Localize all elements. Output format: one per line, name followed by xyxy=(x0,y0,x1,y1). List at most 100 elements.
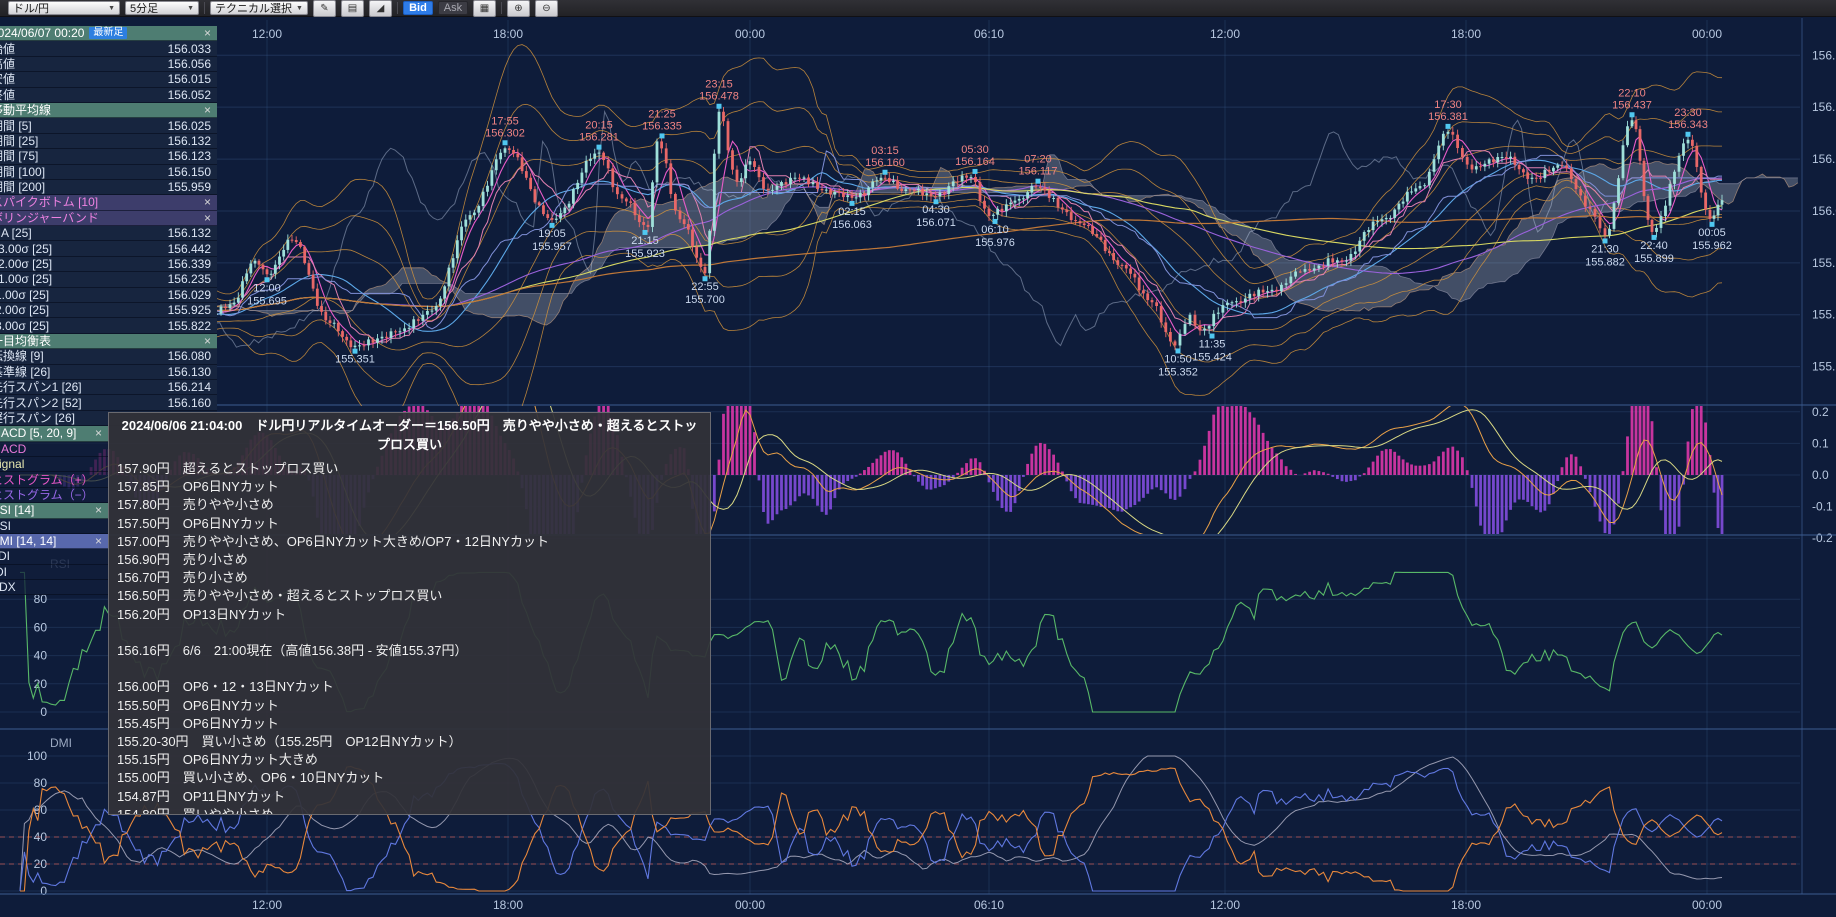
svg-text:07:20: 07:20 xyxy=(1024,154,1052,166)
indicator-row: 高値156.056 xyxy=(0,57,217,72)
indicator-row: 期間 [5]156.025 xyxy=(0,118,217,133)
popup-line: 157.90円 超えるとストップロス買い xyxy=(117,460,702,478)
indicator-label: 先行スパン2 [52] xyxy=(0,396,82,410)
indicator-value: 156.052 xyxy=(168,88,211,102)
indicator-row: Signal xyxy=(0,457,108,472)
indicator-group-header[interactable]: 2024/06/07 00:20最新足× xyxy=(0,26,217,41)
popup-line: 155.50円 OP6日NYカット xyxy=(117,697,702,715)
svg-text:12:00: 12:00 xyxy=(1210,898,1240,912)
indicator-label: 安値 xyxy=(0,72,15,86)
svg-text:03:15: 03:15 xyxy=(871,145,899,157)
svg-text:100: 100 xyxy=(27,749,47,763)
indicator-group-header[interactable]: ボリンジャーバンド× xyxy=(0,211,217,226)
indicator-group-header[interactable]: スパイクボトム [10]× xyxy=(0,195,217,210)
svg-text:155.695: 155.695 xyxy=(247,295,287,307)
svg-text:156.117: 156.117 xyxy=(1019,166,1058,178)
indicator-group-header[interactable]: 移動平均線 × xyxy=(0,103,217,118)
indicator-value: 156.015 xyxy=(168,72,211,86)
svg-text:00:05: 00:05 xyxy=(1698,227,1726,239)
technical-select-label: テクニカル選択 xyxy=(215,0,292,16)
indicator-label: -DI xyxy=(0,565,7,579)
indicator-label: -3.00σ [25] xyxy=(0,319,49,333)
zoom-out-icon[interactable]: ⊖ xyxy=(535,0,558,17)
close-icon[interactable]: × xyxy=(89,534,102,548)
indicator-row: ADX xyxy=(0,580,108,595)
popup-line xyxy=(117,624,702,642)
bid-button[interactable]: Bid xyxy=(403,1,433,15)
svg-text:17:30: 17:30 xyxy=(1434,99,1462,111)
indicator-value: 155.925 xyxy=(168,303,211,317)
svg-text:12:00: 12:00 xyxy=(252,898,282,912)
svg-text:00:00: 00:00 xyxy=(1692,27,1722,41)
svg-text:06:10: 06:10 xyxy=(974,27,1004,41)
indicator-label: 移動平均線 xyxy=(0,103,51,117)
grid-icon[interactable]: ▦ xyxy=(473,0,496,17)
indicator-row: +3.00σ [25]156.442 xyxy=(0,241,217,256)
popup-line: 155.00円 買い小さめ、OP6・10日NYカット xyxy=(117,769,702,787)
indicator-label: 終値 xyxy=(0,88,15,102)
indicator-row: MA [25]156.132 xyxy=(0,226,217,241)
svg-text:23:15: 23:15 xyxy=(705,79,733,91)
indicator-group-header[interactable]: RSI [14] × xyxy=(0,503,108,518)
svg-text:155.25: 155.25 xyxy=(1812,360,1836,374)
indicator-label: ADX xyxy=(0,580,16,594)
chart-application-window: 156.75156.50156.25156.00155.75155.50155.… xyxy=(0,0,1836,917)
pencil-draw-icon[interactable]: ✎ xyxy=(313,0,336,17)
close-icon[interactable]: × xyxy=(89,426,102,440)
indicator-label: 一目均衡表 xyxy=(0,334,51,348)
technical-select-button[interactable]: テクニカル選択 ▼ xyxy=(210,1,308,15)
svg-text:04:30: 04:30 xyxy=(922,204,950,216)
svg-text:155.957: 155.957 xyxy=(532,241,572,253)
zoom-in-icon[interactable]: ⊕ xyxy=(507,0,530,17)
close-icon[interactable]: × xyxy=(89,503,102,517)
indicator-label: MACD xyxy=(0,442,26,456)
svg-text:156.281: 156.281 xyxy=(579,132,619,144)
svg-text:18:00: 18:00 xyxy=(493,898,523,912)
popup-line: 156.70円 売り小さめ xyxy=(117,569,702,587)
indicator-label: RSI [14] xyxy=(0,503,34,517)
memo-icon[interactable]: ▤ xyxy=(341,0,364,17)
svg-text:155.976: 155.976 xyxy=(975,237,1015,249)
close-icon[interactable]: × xyxy=(198,103,211,117)
svg-text:19:05: 19:05 xyxy=(538,228,566,240)
indicator-value: 155.959 xyxy=(168,180,211,194)
svg-text:12:00: 12:00 xyxy=(253,282,281,294)
indicator-row: RSI xyxy=(0,519,108,534)
indicator-row: -DI xyxy=(0,565,108,580)
indicator-row: 先行スパン1 [26]156.214 xyxy=(0,380,217,395)
chevron-down-icon: ▼ xyxy=(187,5,194,12)
indicator-label: ヒストグラム（+） xyxy=(0,473,94,487)
symbol-select-value: ドル/円 xyxy=(13,0,49,16)
timeframe-select[interactable]: 5分足 ▼ xyxy=(125,1,199,15)
svg-text:0.1: 0.1 xyxy=(1812,436,1829,450)
svg-text:0: 0 xyxy=(40,705,47,719)
order-info-popup[interactable]: 2024/06/06 21:04:00 ドル円リアルタイムオーダー＝156.50… xyxy=(108,412,711,815)
svg-text:155.882: 155.882 xyxy=(1585,256,1625,268)
indicator-group-header[interactable]: DMI [14, 14]× xyxy=(0,534,108,549)
svg-text:155.424: 155.424 xyxy=(1192,352,1232,364)
popup-line: 156.90円 売り小さめ xyxy=(117,551,702,569)
close-icon[interactable]: × xyxy=(198,334,211,348)
close-icon[interactable]: × xyxy=(198,195,211,209)
indicator-label: -2.00σ [25] xyxy=(0,303,49,317)
indicator-label: 始値 xyxy=(0,42,15,56)
indicator-label: 期間 [5] xyxy=(0,119,32,133)
close-icon[interactable]: × xyxy=(198,26,211,40)
svg-text:05:30: 05:30 xyxy=(961,144,989,156)
popup-line: 157.50円 OP6日NYカット xyxy=(117,515,702,533)
symbol-select[interactable]: ドル/円 ▼ xyxy=(8,1,120,15)
svg-text:17:55: 17:55 xyxy=(491,115,519,127)
indicator-group-header[interactable]: MACD [5, 20, 9]× xyxy=(0,426,108,441)
svg-text:156.00: 156.00 xyxy=(1812,204,1836,218)
close-icon[interactable]: × xyxy=(198,211,211,225)
ask-button[interactable]: Ask xyxy=(438,1,468,15)
indicator-group-header[interactable]: 一目均衡表 × xyxy=(0,334,217,349)
indicator-value: 156.056 xyxy=(168,57,211,71)
indicator-value: 156.132 xyxy=(168,226,211,240)
indicator-value: 156.029 xyxy=(168,288,211,302)
svg-text:156.335: 156.335 xyxy=(642,120,682,132)
area-chart-icon[interactable]: ◢ xyxy=(369,0,392,17)
svg-text:21:25: 21:25 xyxy=(648,108,676,120)
indicator-label: -1.00σ [25] xyxy=(0,288,49,302)
svg-text:00:00: 00:00 xyxy=(735,27,765,41)
